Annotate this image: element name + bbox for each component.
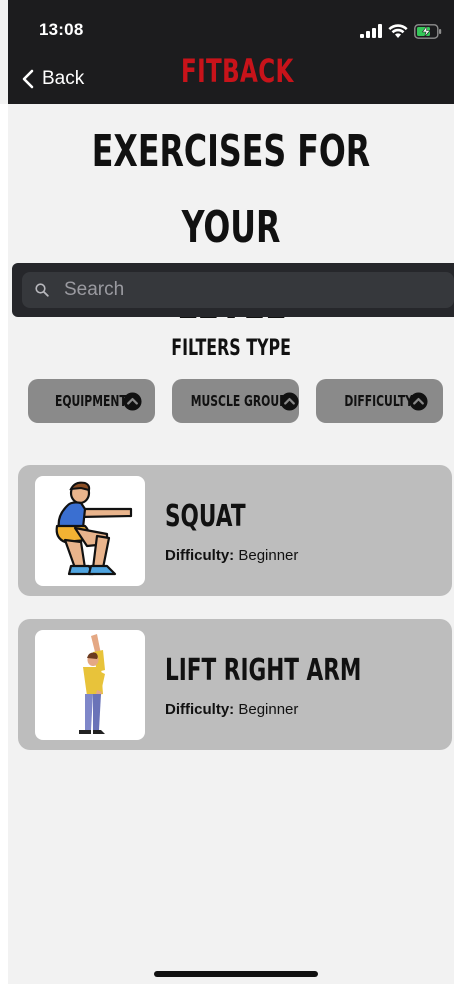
- search-field[interactable]: [22, 272, 454, 308]
- exercise-card-lift-right-arm[interactable]: LIFT RIGHT ARM Difficulty: Beginner: [18, 619, 452, 750]
- brand-logo: FITBACK: [181, 52, 294, 90]
- squat-figure-icon: [55, 481, 133, 576]
- exercise-name: SQUAT: [165, 499, 246, 534]
- exercise-card-squat[interactable]: SQUAT Difficulty: Beginner: [18, 465, 452, 596]
- page-title-line-1: EXERCISES FOR YOUR: [91, 126, 371, 253]
- difficulty-value: Beginner: [238, 701, 299, 718]
- status-icons: [360, 22, 442, 40]
- exercise-name: LIFT RIGHT ARM: [165, 653, 362, 688]
- difficulty-label: Difficulty:: [165, 701, 235, 718]
- search-icon: [34, 282, 50, 298]
- search-bar: [12, 263, 454, 317]
- difficulty-label: Difficulty:: [165, 547, 235, 564]
- filters-label-text: FILTERS TYPE: [171, 336, 291, 361]
- exercise-thumbnail: [35, 630, 145, 740]
- filter-equipment-button[interactable]: EQUIPMENT: [28, 379, 155, 423]
- left-edge-strip: [0, 104, 8, 984]
- app-header: 13:08 Back FITBACK: [8, 0, 454, 104]
- exercise-difficulty: Difficulty: Beginner: [165, 547, 298, 564]
- back-button-label: Back: [42, 68, 85, 89]
- battery-charging-icon: [414, 23, 442, 39]
- exercise-thumbnail: [35, 476, 145, 586]
- back-button[interactable]: Back: [22, 64, 84, 94]
- filter-difficulty-label: DIFFICULTY: [344, 392, 414, 410]
- search-input[interactable]: [62, 274, 454, 306]
- filter-muscle-group-label: MUSCLE GROUP: [190, 392, 288, 410]
- filter-equipment-label: EQUIPMENT: [55, 392, 127, 410]
- cellular-signal-icon: [360, 24, 382, 38]
- chevron-left-icon: [22, 69, 34, 89]
- exercise-difficulty: Difficulty: Beginner: [165, 701, 298, 718]
- app-screen: 13:08 Back FITBACK EXERCISES FOR YOUR Se…: [0, 0, 454, 984]
- arm-raise-figure-icon: [79, 634, 105, 734]
- wifi-icon: [388, 23, 408, 38]
- difficulty-value: Beginner: [238, 547, 299, 564]
- filter-muscle-group-button[interactable]: MUSCLE GROUP: [172, 379, 299, 423]
- status-time: 13:08: [39, 20, 84, 39]
- filters-label: FILTERS TYPE: [8, 336, 454, 361]
- filter-difficulty-button[interactable]: DIFFICULTY: [316, 379, 443, 423]
- home-indicator[interactable]: [154, 971, 318, 977]
